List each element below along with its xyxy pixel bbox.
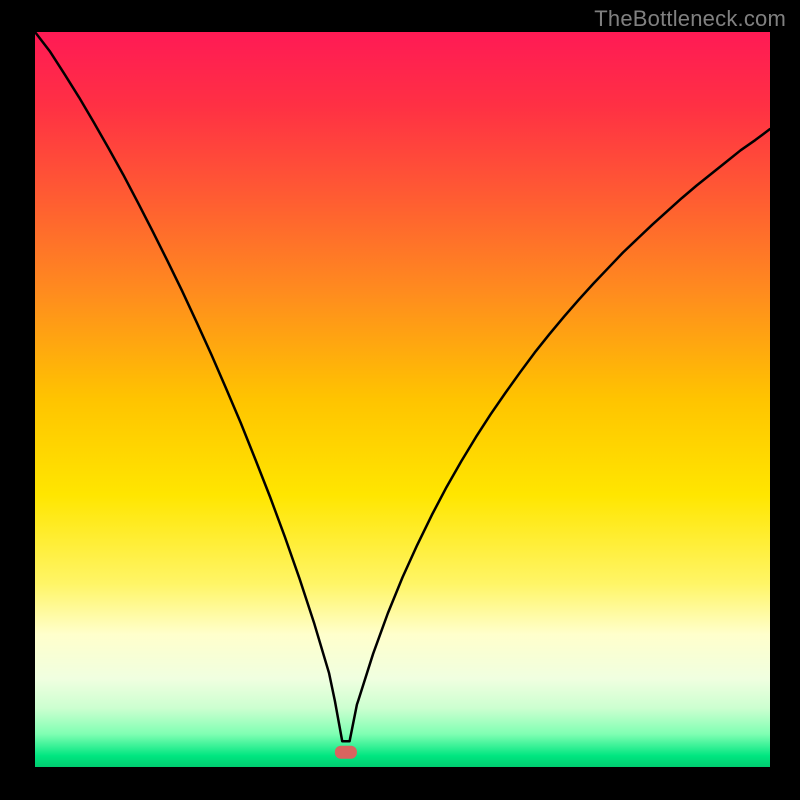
- plot-background: [35, 32, 770, 767]
- bottleneck-chart: [0, 0, 800, 800]
- optimal-marker: [335, 746, 357, 759]
- chart-frame: TheBottleneck.com: [0, 0, 800, 800]
- watermark-text: TheBottleneck.com: [594, 6, 786, 32]
